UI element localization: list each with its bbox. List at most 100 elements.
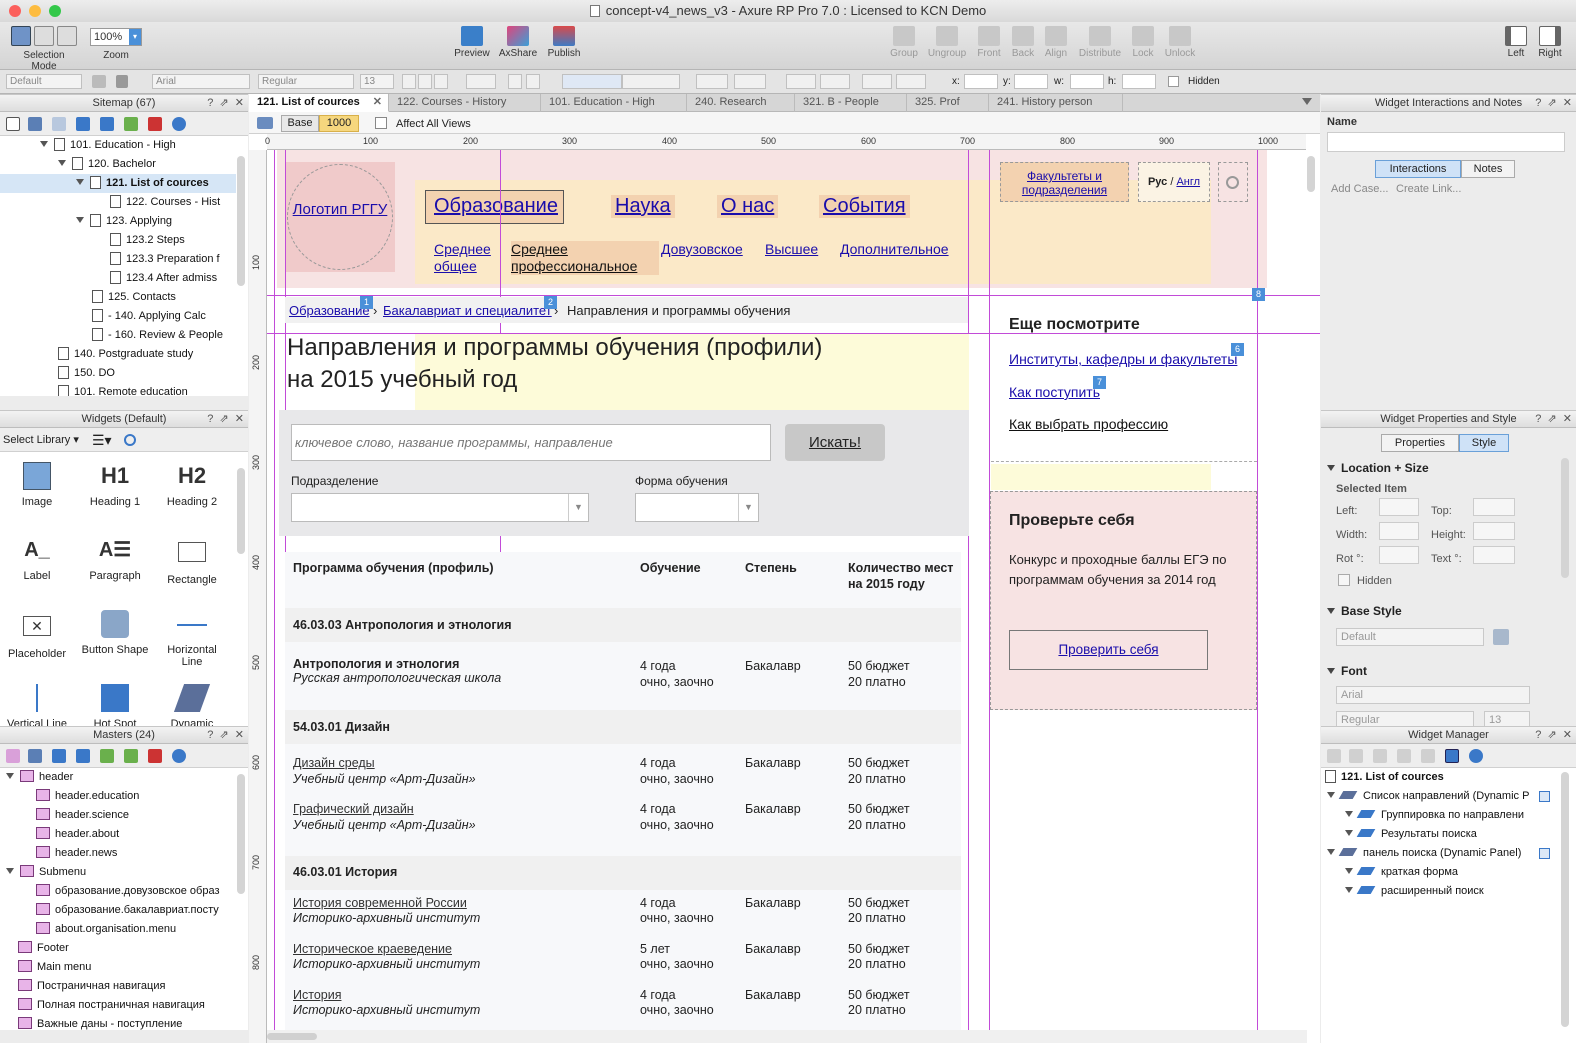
delete-icon[interactable] — [148, 749, 162, 763]
search-icon[interactable] — [172, 117, 186, 131]
expand-icon[interactable] — [1327, 792, 1335, 798]
select-contained-icon[interactable] — [34, 26, 54, 46]
font-section[interactable]: Font — [1327, 664, 1367, 678]
sitemap-item[interactable]: 125. Contacts — [92, 288, 176, 307]
master-item[interactable]: Footer — [18, 939, 69, 958]
edit-style-icon[interactable] — [1493, 629, 1509, 645]
location-size-section[interactable]: Location + Size — [1327, 461, 1429, 475]
master-item[interactable]: header.science — [36, 806, 129, 825]
arrow-style-button[interactable] — [896, 74, 926, 89]
minimize-window-button[interactable] — [29, 5, 41, 17]
filter-icon[interactable] — [1445, 749, 1459, 763]
move-up-icon[interactable] — [1373, 749, 1387, 763]
w-input[interactable] — [1070, 74, 1104, 89]
annotation-badge[interactable]: 2 — [544, 296, 557, 309]
group-button[interactable]: Group — [884, 26, 924, 59]
sitemap-item[interactable]: 120. Bachelor — [58, 155, 156, 174]
outdent-icon[interactable] — [124, 117, 138, 131]
connector-mode-icon[interactable] — [57, 26, 77, 46]
master-item[interactable]: Постраничная навигация — [18, 977, 165, 996]
base-style-select[interactable]: Default — [1336, 628, 1484, 646]
widget-dynamic-panel[interactable]: Dynamic — [157, 684, 227, 726]
sitemap-item[interactable]: 101. Education - High — [40, 136, 176, 155]
height-input[interactable] — [1473, 522, 1515, 540]
duplicate-icon[interactable] — [1349, 749, 1363, 763]
panel-controls[interactable]: ? ⇗ ✕ — [1535, 95, 1572, 112]
wm-dynamic-panel[interactable]: панель поиска (Dynamic Panel) — [1327, 844, 1521, 863]
master-item[interactable]: about.organisation.menu — [36, 920, 176, 939]
zoom-select[interactable]: 100% ▾ — [90, 28, 142, 46]
subnav-additional[interactable]: Дополнительное — [840, 241, 949, 257]
panel-controls[interactable]: ? ⇗ ✕ — [207, 727, 244, 744]
subnav-secondary-general[interactable]: Среднее общее — [434, 241, 504, 275]
add-case-link[interactable]: Add Case... — [1331, 183, 1388, 195]
publish-button[interactable]: Publish — [542, 26, 586, 59]
expand-icon[interactable] — [1345, 811, 1353, 817]
style-tab[interactable]: Style — [1459, 434, 1509, 452]
indent-icon[interactable] — [100, 117, 114, 131]
lock-button[interactable]: Lock — [1128, 26, 1158, 59]
filter-department-select[interactable]: ▼ — [291, 493, 589, 522]
master-item[interactable]: Важные даны - поступление — [18, 1015, 182, 1030]
notes-tab[interactable]: Notes — [1461, 160, 1515, 178]
program-link[interactable]: Графический дизайн — [293, 801, 414, 817]
back-button[interactable]: Back — [1006, 26, 1040, 59]
sitemap-item[interactable]: 140. Postgraduate study — [58, 345, 193, 364]
line-pattern-button[interactable] — [862, 74, 892, 89]
underline-button[interactable] — [434, 74, 448, 89]
y-input[interactable] — [1014, 74, 1048, 89]
breadcrumb-education[interactable]: Образование — [289, 303, 370, 318]
see-also-link-institutes[interactable]: Институты, кафедры и факультеты — [1009, 351, 1237, 367]
menu-icon[interactable]: ☰▾ — [92, 432, 112, 449]
subnav-pre-university[interactable]: Довузовское — [661, 241, 743, 257]
language-switch[interactable]: Рус / Англ — [1138, 162, 1210, 202]
wm-state[interactable]: краткая форма — [1345, 863, 1458, 882]
program-link[interactable]: История — [293, 987, 341, 1003]
program-link[interactable]: Историческое краеведение — [293, 941, 452, 957]
zoom-window-button[interactable] — [49, 5, 61, 17]
widget-rectangle[interactable]: Rectangle — [157, 536, 227, 586]
master-item[interactable]: header.news — [36, 844, 117, 863]
indent-icon[interactable] — [100, 749, 114, 763]
zoom-control[interactable]: 100% ▾ Zoom — [90, 28, 142, 61]
breadcrumb-bachelor[interactable]: Бакалавриат и специалитет — [383, 303, 552, 318]
interactions-tab[interactable]: Interactions — [1375, 160, 1461, 178]
shadow-button[interactable] — [734, 74, 766, 89]
axshare-button[interactable]: AxShare — [496, 26, 540, 59]
panel-controls[interactable]: ? ⇗ ✕ — [207, 411, 244, 428]
faculties-link[interactable]: Факультеты и подразделения — [1000, 162, 1129, 202]
move-up-icon[interactable] — [52, 117, 66, 131]
annotation-badge[interactable]: 6 — [1231, 343, 1244, 356]
search-icon[interactable] — [124, 434, 136, 446]
adaptive-views-icon[interactable] — [257, 117, 273, 129]
line-color-button[interactable] — [786, 74, 816, 89]
align-text-group[interactable] — [562, 74, 622, 89]
select-intersected-icon[interactable] — [11, 26, 31, 46]
italic-button[interactable] — [418, 74, 432, 89]
style-select[interactable]: Default — [6, 74, 82, 89]
lang-ru[interactable]: Рус — [1148, 176, 1167, 188]
font-weight-select[interactable]: Regular — [1336, 711, 1474, 726]
preview-button[interactable]: Preview — [450, 26, 494, 59]
sitemap-item[interactable]: 123. Applying — [76, 212, 172, 231]
expand-icon[interactable] — [1327, 849, 1335, 855]
widget-button-shape[interactable]: Button Shape — [80, 610, 150, 656]
widget-manager-scrollbar[interactable] — [1561, 772, 1569, 1027]
align-button[interactable]: Align — [1040, 26, 1072, 59]
visibility-toggle[interactable] — [1539, 848, 1550, 859]
tab-122[interactable]: 122. Courses - History — [389, 94, 541, 112]
delete-icon[interactable] — [1421, 749, 1435, 763]
width-input[interactable] — [1379, 522, 1419, 540]
search-icon[interactable] — [1469, 749, 1483, 763]
text-color-button[interactable] — [466, 74, 496, 89]
panel-controls[interactable]: ? ⇗ ✕ — [1535, 411, 1572, 428]
expand-icon[interactable] — [40, 141, 48, 147]
font-family-select[interactable]: Arial — [1336, 686, 1530, 704]
nav-education[interactable]: Образование — [434, 195, 558, 218]
widget-hot-spot[interactable]: Hot Spot — [80, 684, 150, 726]
sitemap-item[interactable]: 150. DO — [58, 364, 115, 383]
view-1000-button[interactable]: 1000 — [319, 115, 359, 132]
sitemap-scrollbar[interactable] — [237, 156, 245, 286]
search-input[interactable]: ключевое слово, название программы, напр… — [291, 424, 771, 461]
widget-horizontal-line[interactable]: Horizontal Line — [157, 610, 227, 668]
